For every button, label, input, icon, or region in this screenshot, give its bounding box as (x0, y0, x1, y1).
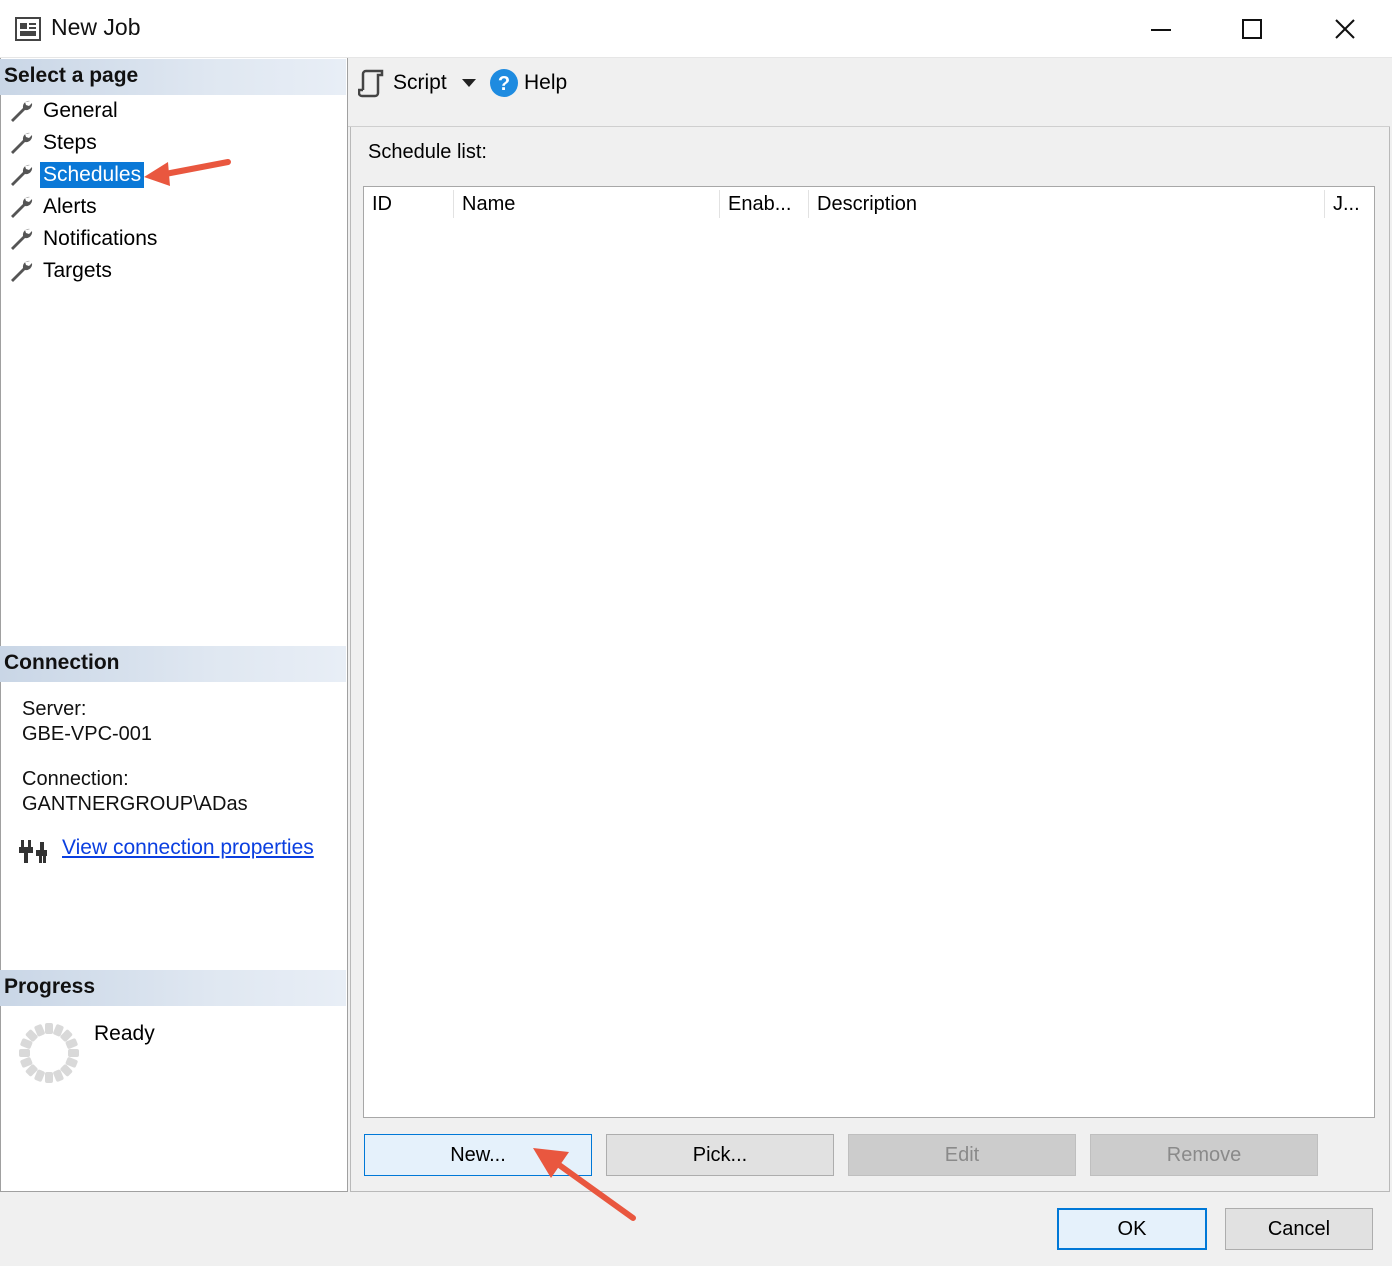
help-icon: ? (490, 69, 518, 97)
close-button[interactable] (1299, 0, 1391, 58)
cancel-button[interactable]: Cancel (1225, 1208, 1373, 1250)
column-header-id[interactable]: ID (364, 187, 454, 221)
page-item-label: Alerts (43, 195, 97, 218)
view-connection-properties-link[interactable]: View connection properties (62, 836, 314, 860)
progress-header: Progress (0, 970, 346, 1006)
page-item-label: Notifications (43, 227, 158, 250)
column-header-enabled[interactable]: Enab... (720, 187, 808, 221)
progress-spinner-icon (19, 1023, 79, 1083)
progress-status: Ready (94, 1022, 155, 1045)
page-item-steps[interactable]: Steps (8, 128, 100, 158)
connection-value: GANTNERGROUP\ADas (22, 793, 248, 815)
page-item-schedules[interactable]: Schedules (8, 160, 145, 190)
connection-header: Connection (0, 646, 346, 682)
script-label: Script (393, 71, 447, 94)
schedule-list-label: Schedule list: (368, 141, 487, 163)
page-item-label: General (43, 99, 118, 122)
page-item-label: Schedules (40, 162, 145, 188)
wrench-icon (11, 100, 33, 122)
page-item-notifications[interactable]: Notifications (8, 224, 160, 254)
page-item-alerts[interactable]: Alerts (8, 192, 100, 222)
annotation-arrow-icon (144, 159, 231, 186)
script-icon (358, 69, 384, 98)
page-item-general[interactable]: General (8, 96, 121, 126)
column-header-name[interactable]: Name (454, 187, 719, 221)
page-item-label: Steps (43, 131, 97, 154)
server-value: GBE-VPC-001 (22, 723, 153, 745)
annotation-arrow-icon (533, 1148, 636, 1221)
minimize-button[interactable] (1115, 0, 1207, 58)
help-button[interactable]: ? Help (489, 66, 567, 100)
ok-button[interactable]: OK (1057, 1208, 1207, 1250)
wrench-icon (11, 260, 33, 282)
chevron-down-icon (461, 79, 476, 87)
page-item-targets[interactable]: Targets (8, 256, 115, 286)
wrench-icon (11, 164, 33, 186)
plug-icon (19, 840, 47, 863)
close-icon (1335, 19, 1355, 39)
wrench-icon (11, 228, 33, 250)
schedule-list[interactable] (363, 186, 1375, 1118)
column-header-jobs[interactable]: J... (1325, 187, 1373, 221)
server-label: Server: (22, 698, 87, 720)
maximize-button[interactable] (1206, 0, 1298, 58)
script-button[interactable]: Script (358, 66, 477, 100)
connection-label: Connection: (22, 768, 129, 790)
minimize-icon (1151, 29, 1171, 31)
remove-schedule-button[interactable]: Remove (1090, 1134, 1318, 1176)
wrench-icon (11, 196, 33, 218)
column-header-description[interactable]: Description (809, 187, 1324, 221)
select-page-header: Select a page (0, 59, 346, 95)
window-title: New Job (51, 14, 141, 40)
page-item-label: Targets (43, 259, 112, 282)
wrench-icon (11, 132, 33, 154)
maximize-icon (1242, 19, 1262, 39)
title-bar: New Job (0, 0, 1392, 58)
help-label: Help (524, 71, 568, 94)
svg-text:?: ? (498, 73, 510, 95)
edit-schedule-button[interactable]: Edit (848, 1134, 1076, 1176)
window-app-icon (15, 17, 41, 41)
